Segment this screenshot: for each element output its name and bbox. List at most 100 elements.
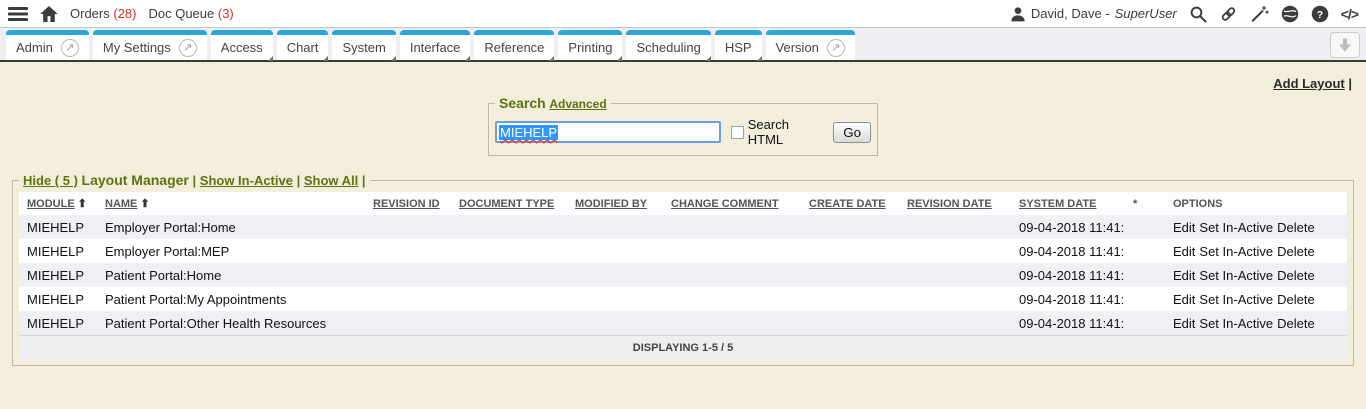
- doc-queue-count: (3): [218, 6, 234, 21]
- doc-queue-label: Doc Queue: [148, 6, 214, 21]
- jump-arrow-icon[interactable]: ↗: [827, 39, 845, 57]
- user-role-text: SuperUser: [1115, 6, 1177, 21]
- set-inactive-link[interactable]: Set In-Active: [1199, 220, 1273, 235]
- set-inactive-link[interactable]: Set In-Active: [1199, 244, 1273, 259]
- tab-chart[interactable]: Chart: [277, 30, 329, 60]
- tab-version[interactable]: Version ↗: [766, 30, 855, 60]
- wand-icon[interactable]: [1250, 5, 1269, 23]
- advanced-search-link[interactable]: Advanced: [549, 97, 606, 111]
- page-content: Add Layout | Search Advanced MIEHELP Sea…: [0, 62, 1366, 366]
- hide-link[interactable]: Hide ( 5 ): [23, 173, 78, 188]
- delete-link[interactable]: Delete: [1277, 244, 1315, 259]
- column-header-revision-date[interactable]: REVISION DATE: [899, 198, 1011, 210]
- cell-options: Edit Set In-Active Delete: [1165, 244, 1347, 259]
- set-inactive-link[interactable]: Set In-Active: [1199, 316, 1273, 331]
- edit-link[interactable]: Edit: [1173, 316, 1195, 331]
- dropdown-corner-icon: [391, 56, 396, 61]
- cell-name: Employer Portal:Home: [97, 220, 365, 235]
- dropdown-corner-icon: [757, 56, 762, 61]
- tab-printing[interactable]: Printing: [558, 30, 622, 60]
- layout-manager-legend: Hide ( 5 ) Layout Manager | Show In-Acti…: [19, 172, 370, 188]
- delete-link[interactable]: Delete: [1277, 316, 1315, 331]
- cell-system-date: 09-04-2018 11:41:38: [1011, 220, 1125, 235]
- hamburger-menu-icon[interactable]: [8, 6, 28, 22]
- cell-system-date: 09-04-2018 11:41:38: [1011, 292, 1125, 307]
- table-row: MIEHELP Employer Portal:MEP 09-04-2018 1…: [19, 239, 1347, 263]
- cell-options: Edit Set In-Active Delete: [1165, 220, 1347, 235]
- user-icon: [1010, 6, 1026, 22]
- jump-arrow-icon[interactable]: ↗: [179, 39, 197, 57]
- cell-module: MIEHELP: [19, 292, 97, 307]
- code-icon[interactable]: </>: [1341, 6, 1358, 22]
- sort-ascending-icon[interactable]: ⬆: [140, 197, 149, 210]
- collapse-tabs-button[interactable]: [1330, 32, 1360, 58]
- search-input[interactable]: MIEHELP: [495, 121, 721, 143]
- column-header-create-date[interactable]: CREATE DATE: [801, 198, 899, 210]
- search-icon[interactable]: [1189, 5, 1207, 23]
- top-bar: Orders (28) Doc Queue (3) David, Dave - …: [0, 0, 1366, 28]
- table-row: MIEHELP Patient Portal:Home 09-04-2018 1…: [19, 263, 1347, 287]
- edit-link[interactable]: Edit: [1173, 220, 1195, 235]
- delete-link[interactable]: Delete: [1277, 220, 1315, 235]
- cell-module: MIEHELP: [19, 244, 97, 259]
- delete-link[interactable]: Delete: [1277, 292, 1315, 307]
- tab-scheduling-label: Scheduling: [636, 40, 700, 55]
- tab-admin[interactable]: Admin ↗: [6, 30, 89, 60]
- search-html-checkbox[interactable]: [731, 126, 743, 139]
- column-header-modified-by[interactable]: MODIFIED BY: [567, 198, 663, 210]
- column-header-name[interactable]: NAME⬆: [97, 197, 365, 210]
- help-icon[interactable]: ?: [1311, 5, 1329, 23]
- go-button[interactable]: Go: [833, 122, 871, 143]
- cell-system-date: 09-04-2018 11:41:38: [1011, 316, 1125, 331]
- add-layout-link[interactable]: Add Layout: [1273, 76, 1345, 91]
- set-inactive-link[interactable]: Set In-Active: [1199, 268, 1273, 283]
- tab-interface[interactable]: Interface: [400, 30, 471, 60]
- nav-tab-bar: Admin ↗ My Settings ↗ Access Chart Syste…: [0, 28, 1366, 62]
- show-all-link[interactable]: Show All: [304, 173, 358, 188]
- column-header-module[interactable]: MODULE⬆: [19, 197, 97, 210]
- tab-my-settings[interactable]: My Settings ↗: [93, 30, 207, 60]
- jump-arrow-icon[interactable]: ↗: [61, 39, 79, 57]
- column-header-document-type[interactable]: DOCUMENT TYPE: [451, 198, 567, 210]
- legend-separator: |: [193, 173, 197, 188]
- tab-access[interactable]: Access: [211, 30, 273, 60]
- sort-ascending-icon[interactable]: ⬆: [78, 197, 87, 210]
- user-menu[interactable]: David, Dave - SuperUser: [1010, 6, 1177, 22]
- edit-link[interactable]: Edit: [1173, 292, 1195, 307]
- add-layout-separator: |: [1348, 76, 1352, 91]
- cell-module: MIEHELP: [19, 220, 97, 235]
- tab-version-label: Version: [776, 40, 819, 55]
- column-header-change-comment[interactable]: CHANGE COMMENT: [663, 198, 801, 210]
- cell-name: Patient Portal:Home: [97, 268, 365, 283]
- dropdown-corner-icon: [617, 56, 622, 61]
- doc-queue-link[interactable]: Doc Queue (3): [148, 6, 233, 21]
- tab-my-settings-label: My Settings: [103, 40, 171, 55]
- tab-hsp-label: HSP: [725, 40, 752, 55]
- column-header-system-date[interactable]: SYSTEM DATE: [1011, 198, 1125, 210]
- tab-scheduling[interactable]: Scheduling: [626, 30, 710, 60]
- layout-manager-table: MODULE⬆ NAME⬆ REVISION ID DOCUMENT TYPE …: [19, 192, 1347, 359]
- link-icon[interactable]: [1219, 5, 1238, 23]
- search-legend: Search Advanced: [495, 95, 611, 111]
- set-inactive-link[interactable]: Set In-Active: [1199, 292, 1273, 307]
- home-icon[interactable]: [40, 6, 58, 22]
- search-panel: Search Advanced MIEHELP Search HTML Go: [488, 95, 878, 156]
- orders-link[interactable]: Orders (28): [70, 6, 136, 21]
- tab-reference-label: Reference: [484, 40, 544, 55]
- tab-system[interactable]: System: [332, 30, 395, 60]
- cell-name: Employer Portal:MEP: [97, 244, 365, 259]
- tab-reference[interactable]: Reference: [474, 30, 554, 60]
- table-header-row: MODULE⬆ NAME⬆ REVISION ID DOCUMENT TYPE …: [19, 192, 1347, 215]
- cell-options: Edit Set In-Active Delete: [1165, 316, 1347, 331]
- search-input-value: MIEHELP: [499, 125, 558, 140]
- tab-hsp[interactable]: HSP: [715, 30, 762, 60]
- column-header-revision-id[interactable]: REVISION ID: [365, 198, 451, 210]
- tab-chart-label: Chart: [287, 40, 319, 55]
- edit-link[interactable]: Edit: [1173, 268, 1195, 283]
- edit-link[interactable]: Edit: [1173, 244, 1195, 259]
- down-arrow-icon: [1337, 38, 1353, 52]
- layout-manager-panel: Hide ( 5 ) Layout Manager | Show In-Acti…: [12, 172, 1354, 366]
- delete-link[interactable]: Delete: [1277, 268, 1315, 283]
- globe-icon[interactable]: [1281, 5, 1299, 23]
- show-inactive-link[interactable]: Show In-Active: [200, 173, 293, 188]
